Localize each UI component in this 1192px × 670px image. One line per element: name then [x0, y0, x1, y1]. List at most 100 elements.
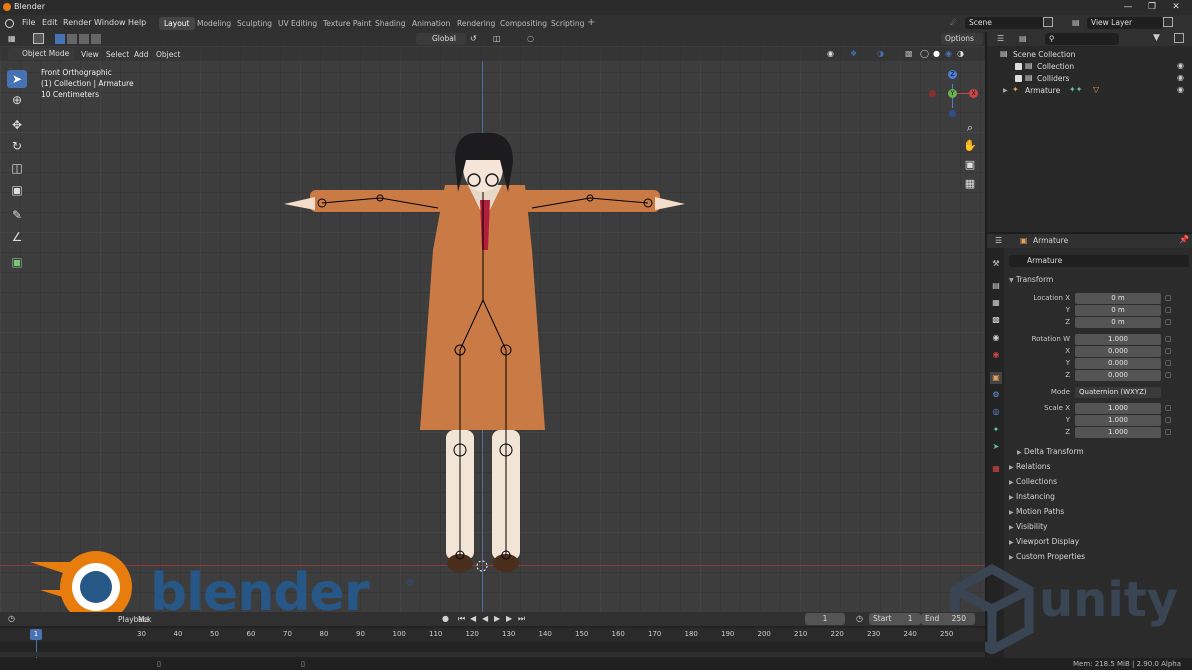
end-frame-field[interactable]: End 250	[921, 613, 975, 625]
collection-checkbox[interactable]	[1015, 63, 1022, 70]
pan-hand-icon[interactable]: ✋	[962, 138, 978, 154]
tab-uv-editing[interactable]: UV Editing	[273, 17, 322, 30]
select-tool-icon[interactable]: ➤	[7, 70, 27, 88]
menu-help[interactable]: Help	[128, 18, 146, 27]
rotate-tool-icon[interactable]: ↻	[7, 137, 27, 155]
next-keyframe-icon[interactable]: ▶	[506, 614, 512, 623]
lock-icon[interactable]: ▢	[1165, 318, 1172, 326]
selection-mode-group[interactable]	[55, 34, 113, 44]
visibility-panel[interactable]: ▶ Visibility	[1009, 522, 1047, 531]
character-model[interactable]	[270, 100, 700, 575]
tab-modeling[interactable]: Modeling	[192, 17, 236, 30]
minimize-button[interactable]: —	[1116, 1, 1140, 14]
transform-orientation[interactable]: Global	[416, 33, 466, 45]
motion-paths-panel[interactable]: ▶ Motion Paths	[1009, 507, 1064, 516]
display-mode-icon[interactable]: ▤	[1019, 34, 1027, 43]
cursor-tool-icon[interactable]: ⊕	[7, 91, 27, 109]
options-dropdown[interactable]: Options	[941, 33, 983, 45]
tab-sculpting[interactable]: Sculpting	[232, 17, 277, 30]
select-subtract-icon[interactable]	[79, 34, 89, 44]
maximize-button[interactable]: ❐	[1140, 1, 1164, 14]
measure-tool-icon[interactable]: ∠	[7, 228, 27, 246]
scene-selector[interactable]: Scene	[965, 17, 1044, 29]
lock-icon[interactable]: ▢	[1165, 371, 1172, 379]
expand-icon[interactable]: ▶	[1003, 87, 1008, 94]
menu-file[interactable]: File	[22, 18, 35, 27]
proportional-edit-icon[interactable]: ○	[527, 34, 534, 43]
scale-tool-icon[interactable]: ◫	[7, 159, 27, 177]
gizmo-neg-z-icon[interactable]	[949, 110, 956, 117]
add-workspace-icon[interactable]: +	[587, 17, 595, 28]
transform-section-header[interactable]: ▼ Transform	[1009, 275, 1053, 284]
location-z-field[interactable]: 0 m	[1075, 317, 1161, 328]
start-frame-field[interactable]: Start 1	[869, 613, 921, 625]
timeline-scrollbar[interactable]	[0, 652, 985, 657]
properties-editor-icon[interactable]: ☰	[995, 236, 1002, 245]
outliner-row-colliders[interactable]: ▤ Colliders ◉	[987, 73, 1192, 85]
lock-icon[interactable]: ▢	[1165, 335, 1172, 343]
playhead-indicator[interactable]: 1	[30, 629, 42, 640]
rotation-x-field[interactable]: 0.000	[1075, 346, 1161, 357]
xray-toggle-icon[interactable]: ▩	[905, 49, 913, 58]
play-icon[interactable]: ▶	[494, 614, 500, 623]
eye-icon[interactable]: ◉	[1177, 73, 1184, 82]
lock-icon[interactable]: ▢	[1165, 416, 1172, 424]
3d-viewport[interactable]: ▦ Global ↺ ◫ ○ Options Object Mode View …	[0, 32, 985, 612]
lock-icon[interactable]: ▢	[1165, 359, 1172, 367]
tab-shading[interactable]: Shading	[370, 17, 410, 30]
tab-scripting[interactable]: Scripting	[546, 17, 589, 30]
timeline-editor-icon[interactable]: ◷	[8, 614, 15, 623]
tab-layout[interactable]: Layout	[159, 17, 195, 30]
mode-selector[interactable]: Object Mode	[8, 48, 74, 60]
outliner-row-collection[interactable]: ▤ Collection ◉	[987, 61, 1192, 73]
data-tab-icon[interactable]: ➤	[990, 441, 1002, 453]
viewport-menu-object[interactable]: Object	[156, 50, 180, 59]
play-reverse-icon[interactable]: ◀	[482, 614, 488, 623]
gizmo-y-icon[interactable]: Y	[948, 89, 957, 98]
viewport-menu-view[interactable]: View	[81, 50, 99, 59]
move-tool-icon[interactable]: ✥	[7, 116, 27, 134]
texture-tab-icon[interactable]: ▦	[990, 463, 1002, 475]
eye-icon[interactable]: ◉	[1177, 61, 1184, 70]
scale-y-field[interactable]: 1.000	[1075, 415, 1161, 426]
new-scene-icon[interactable]	[1043, 17, 1053, 27]
grid-perspective-icon[interactable]: ▦	[962, 176, 978, 192]
viewport-menu-add[interactable]: Add	[134, 50, 149, 59]
new-view-layer-icon[interactable]	[1163, 17, 1173, 27]
gizmo-toggle-icon[interactable]: ❖	[850, 49, 857, 58]
colliders-checkbox[interactable]	[1015, 75, 1022, 82]
outliner-search-input[interactable]: ⚲	[1045, 33, 1119, 45]
transform-tool-icon[interactable]: ▣	[7, 181, 27, 199]
scale-x-field[interactable]: 1.000	[1075, 403, 1161, 414]
location-x-field[interactable]: 0 m	[1075, 293, 1161, 304]
select-intersect-icon[interactable]	[91, 34, 101, 44]
navigation-gizmo[interactable]: Z X Y	[920, 68, 980, 128]
view-layer-icon[interactable]: ▤	[1072, 18, 1080, 27]
custom-properties-panel[interactable]: ▶ Custom Properties	[1009, 552, 1085, 561]
relations-panel[interactable]: ▶ Relations	[1009, 462, 1050, 471]
view-layer-selector[interactable]: View Layer	[1087, 17, 1163, 29]
visibility-filter-icon[interactable]: ◉	[827, 49, 834, 58]
gizmo-z-icon[interactable]: Z	[948, 70, 957, 79]
blender-menu-icon[interactable]	[5, 19, 14, 28]
scale-z-field[interactable]: 1.000	[1075, 427, 1161, 438]
prev-keyframe-icon[interactable]: ◀	[470, 614, 476, 623]
rotation-y-field[interactable]: 0.000	[1075, 358, 1161, 369]
lock-icon[interactable]: ▢	[1165, 404, 1172, 412]
outliner-editor-icon[interactable]: ☰	[997, 34, 1004, 43]
location-y-field[interactable]: 0 m	[1075, 305, 1161, 316]
delta-transform-panel[interactable]: ▶ Delta Transform	[1017, 447, 1084, 456]
new-collection-icon[interactable]	[1174, 33, 1184, 43]
rendered-shading-icon[interactable]: ◑	[957, 49, 964, 58]
lock-icon[interactable]: ▢	[1165, 347, 1172, 355]
tab-texture-paint[interactable]: Texture Paint	[318, 17, 376, 30]
lock-icon[interactable]: ▢	[1165, 428, 1172, 436]
lock-icon[interactable]: ▢	[1165, 294, 1172, 302]
close-button[interactable]: ✕	[1164, 1, 1188, 14]
filter-icon[interactable]: ▼	[1153, 33, 1160, 43]
outliner-row-scene-collection[interactable]: ▤ Scene Collection	[987, 49, 1192, 61]
jump-start-icon[interactable]: ⏮	[458, 614, 465, 624]
rotation-z-field[interactable]: 0.000	[1075, 370, 1161, 381]
menu-window[interactable]: Window	[94, 18, 126, 27]
overlay-toggle-icon[interactable]: ◑	[877, 49, 884, 58]
